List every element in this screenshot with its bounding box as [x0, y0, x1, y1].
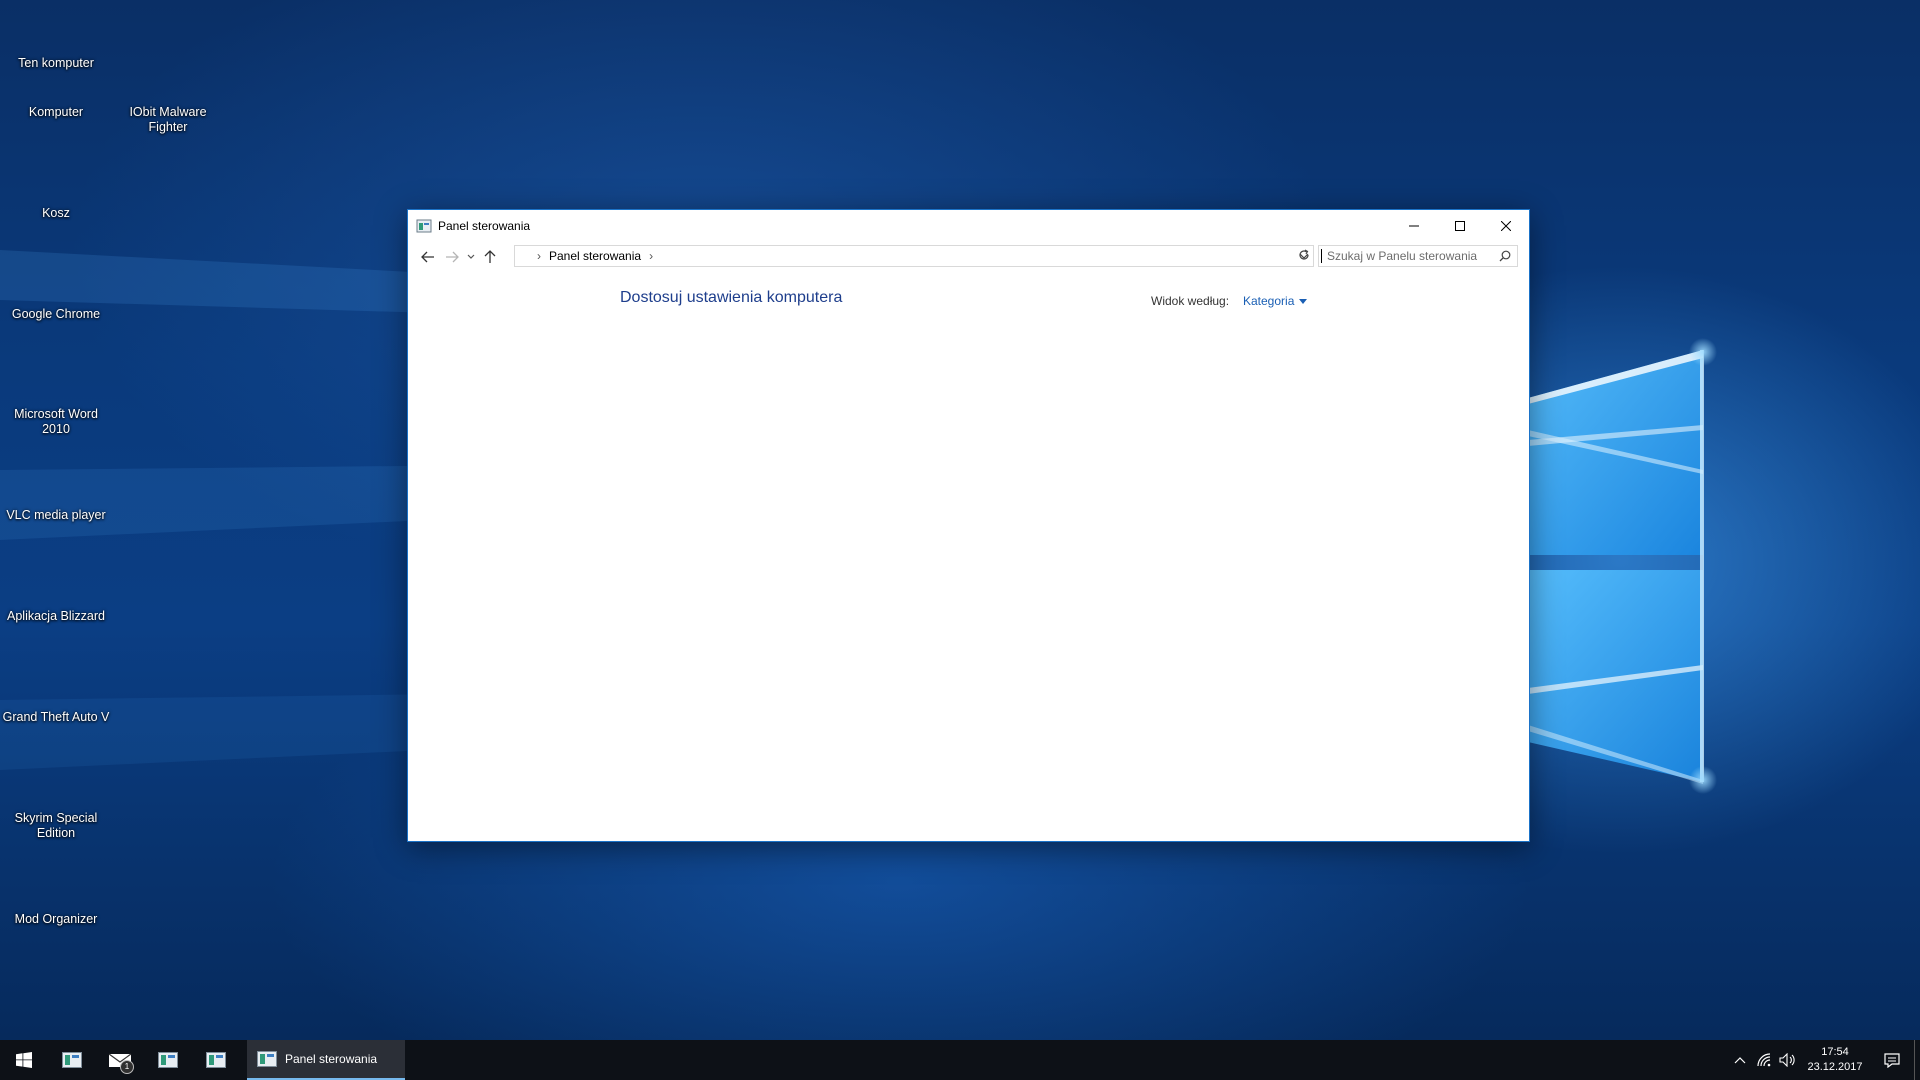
search-icon[interactable]: [1499, 249, 1511, 267]
desktop-icon-label: Kosz: [42, 206, 70, 220]
taskbar: 1 Panel sterowania 17:54 23.12.2017: [0, 1040, 1920, 1080]
window-title: Panel sterowania: [438, 219, 531, 233]
action-center-button[interactable]: [1870, 1040, 1914, 1080]
control-panel-icon: [62, 1052, 82, 1068]
mail-badge: 1: [120, 1060, 134, 1074]
desktop-icon-label: Ten komputer: [18, 56, 94, 70]
maximize-button[interactable]: [1437, 210, 1483, 242]
system-tray: 17:54 23.12.2017: [1728, 1040, 1920, 1080]
clock[interactable]: 17:54 23.12.2017: [1800, 1040, 1870, 1080]
back-button[interactable]: [416, 245, 440, 269]
close-icon: [1501, 221, 1511, 231]
control-panel-icon: [257, 1051, 277, 1067]
desktop-icon-label: Grand Theft Auto V: [2, 710, 110, 724]
desktop-icon-computer[interactable]: Komputer: [1, 105, 111, 120]
desktop-icon-label: Komputer: [28, 105, 84, 119]
control-panel-icon: [158, 1052, 178, 1068]
notification-icon: [1884, 1052, 1900, 1068]
clock-time: 17:54: [1821, 1046, 1849, 1058]
show-desktop-button[interactable]: [1914, 1040, 1920, 1080]
taskbar-app-control-panel-3[interactable]: [192, 1040, 240, 1080]
maximize-icon: [1455, 221, 1465, 231]
desktop-icon-vlc[interactable]: VLC media player: [1, 508, 111, 523]
taskbar-active-label: Panel sterowania: [285, 1052, 378, 1066]
view-by-label: Widok według:: [1151, 294, 1230, 308]
desktop-icon-label: Microsoft Word 2010: [14, 407, 98, 436]
show-hidden-icons-button[interactable]: [1728, 1040, 1752, 1080]
title-bar[interactable]: Panel sterowania: [408, 210, 1529, 242]
desktop-icon-label: Mod Organizer: [14, 912, 98, 926]
desktop-icon-recycle-bin[interactable]: Kosz: [1, 206, 111, 221]
desktop-icon-gta-v[interactable]: Grand Theft Auto V: [1, 710, 111, 725]
desktop-icon-label: IObit Malware Fighter: [129, 105, 207, 134]
desktop-icon-label: VLC media player: [6, 508, 106, 522]
desktop-icon-label: Aplikacja Blizzard: [7, 609, 105, 623]
breadcrumb-chevron-icon[interactable]: ›: [537, 249, 541, 263]
content-area: Dostosuj ustawienia komputera Widok wedł…: [408, 272, 1529, 838]
minimize-icon: [1409, 225, 1419, 227]
desktop-icon-iobit[interactable]: IObit Malware Fighter: [113, 105, 223, 135]
address-bar[interactable]: › Panel sterowania ›: [514, 245, 1314, 267]
desktop-icon-mod-organizer[interactable]: Mod Organizer: [1, 912, 111, 927]
taskbar-app-control-panel-2[interactable]: [144, 1040, 192, 1080]
forward-button[interactable]: [440, 245, 464, 269]
desktop-icon-skyrim[interactable]: Skyrim Special Edition: [1, 811, 111, 841]
arrow-left-icon: [421, 251, 434, 263]
refresh-icon: [1299, 249, 1309, 260]
volume-button[interactable]: [1776, 1040, 1800, 1080]
start-button[interactable]: [0, 1040, 48, 1080]
windows-start-icon: [16, 1052, 32, 1068]
desktop-icon-google-chrome[interactable]: Google Chrome: [1, 307, 111, 322]
breadcrumb-control-panel[interactable]: Panel sterowania: [549, 249, 641, 263]
wifi-icon: [1757, 1053, 1771, 1067]
arrow-up-icon: [484, 250, 496, 263]
control-panel-icon: [416, 218, 432, 234]
network-button[interactable]: [1752, 1040, 1776, 1080]
control-panel-window: Panel sterowania › Panel sterowania › Sz…: [407, 209, 1530, 842]
speaker-icon: [1779, 1053, 1795, 1067]
desktop-icon-label: Skyrim Special Edition: [14, 811, 98, 840]
control-panel-icon: [206, 1052, 226, 1068]
view-by-dropdown[interactable]: Kategoria: [1243, 294, 1308, 308]
breadcrumb-chevron-icon[interactable]: ›: [649, 249, 653, 263]
taskbar-app-mail[interactable]: 1: [96, 1040, 144, 1080]
close-button[interactable]: [1483, 210, 1529, 242]
desktop-icon-microsoft-word[interactable]: Microsoft Word 2010: [1, 407, 111, 437]
clock-date: 23.12.2017: [1807, 1061, 1863, 1073]
minimize-button[interactable]: [1391, 210, 1437, 242]
taskbar-active-window[interactable]: Panel sterowania: [247, 1040, 405, 1080]
taskbar-app-control-panel-pinned[interactable]: [48, 1040, 96, 1080]
desktop-icon-label: Google Chrome: [11, 307, 101, 321]
refresh-button[interactable]: [1294, 245, 1314, 265]
caret-down-icon: [1299, 298, 1308, 304]
arrow-right-icon: [446, 251, 459, 263]
recent-locations-button[interactable]: [464, 245, 478, 269]
chevron-up-icon: [1734, 1057, 1746, 1064]
page-heading: Dostosuj ustawienia komputera: [620, 289, 843, 306]
navigation-bar: › Panel sterowania ›: [408, 242, 1529, 272]
search-input[interactable]: [1321, 249, 1495, 263]
search-box[interactable]: [1318, 245, 1518, 267]
chevron-down-icon: [467, 254, 475, 259]
desktop-icon-this-pc[interactable]: Ten komputer: [1, 4, 111, 71]
view-by-value: Kategoria: [1243, 294, 1295, 308]
desktop-icon-blizzard[interactable]: Aplikacja Blizzard: [1, 609, 111, 624]
up-button[interactable]: [478, 245, 502, 269]
